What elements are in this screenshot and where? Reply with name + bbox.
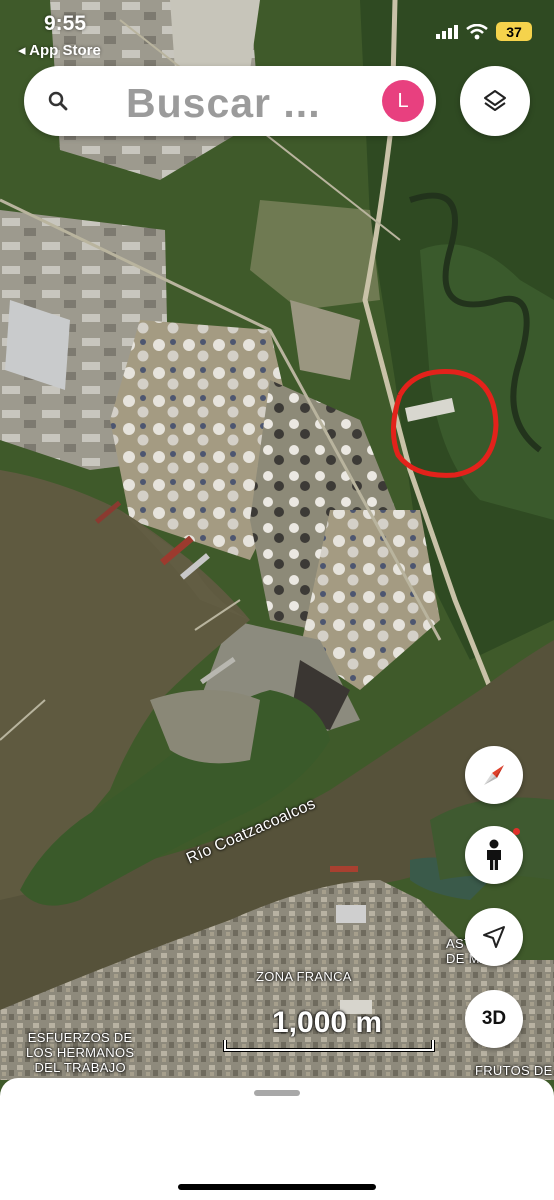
search-icon xyxy=(48,91,68,111)
3d-toggle-button[interactable]: 3D xyxy=(465,990,523,1048)
place-label-esfuerzos-line3: DEL TRABAJO xyxy=(34,1059,126,1075)
status-icons: 37 xyxy=(436,22,532,41)
status-bar: 9:55 ◂ App Store 37 xyxy=(0,0,554,64)
street-view-dot xyxy=(513,828,520,835)
zona-franca-label: ZONA FRANCA xyxy=(256,969,352,984)
place-label-frutos: FRUTOS DE xyxy=(475,1063,553,1078)
signal-icon xyxy=(436,24,458,39)
place-label-esfuerzos-line2: LOS HERMANOS xyxy=(26,1044,135,1060)
street-view-icon xyxy=(487,839,501,870)
compass-button[interactable] xyxy=(465,746,523,804)
back-to-app-store[interactable]: ◂ App Store xyxy=(18,41,101,59)
wifi-icon xyxy=(466,23,488,39)
scale-label: 1,000 m xyxy=(272,1006,383,1039)
battery-indicator: 37 xyxy=(496,22,532,41)
my-location-button[interactable] xyxy=(465,908,523,966)
street-view-button[interactable] xyxy=(465,826,523,884)
search-input[interactable]: Buscar ... xyxy=(126,80,321,127)
status-time: 9:55 xyxy=(44,12,87,35)
layers-button[interactable] xyxy=(460,66,530,136)
sheet-drag-handle[interactable] xyxy=(254,1090,300,1096)
compass-icon xyxy=(484,765,504,785)
place-label-esfuerzos: ESFUERZOS DE LOS HERMANOS DEL TRABAJO xyxy=(26,1030,135,1076)
layers-icon xyxy=(484,90,506,111)
scale-bar xyxy=(223,1040,435,1052)
place-label-esfuerzos-line1: ESFUERZOS DE xyxy=(27,1030,133,1045)
home-indicator xyxy=(178,1184,376,1190)
navigation-arrow-icon xyxy=(483,926,505,948)
bottom-sheet[interactable] xyxy=(0,1078,554,1200)
search-bar[interactable]: Buscar ... L xyxy=(24,66,436,136)
avatar[interactable]: L xyxy=(382,80,424,122)
